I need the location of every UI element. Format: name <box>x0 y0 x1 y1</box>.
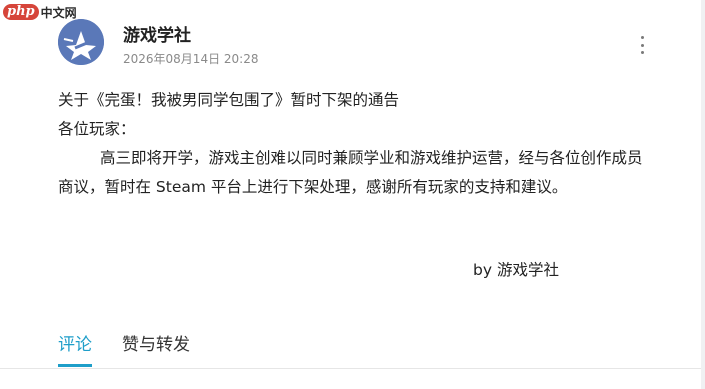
post-title: 关于《完蛋！我被男同学包围了》暂时下架的通告 <box>58 91 400 109</box>
game-club-logo-icon[interactable] <box>58 19 104 65</box>
post-signature: by 游戏学社 <box>473 261 559 279</box>
scrollbar-track[interactable] <box>701 0 705 389</box>
tab-comments[interactable]: 评论 <box>58 330 92 370</box>
watermark-logo: php <box>3 4 39 20</box>
watermark-site-name: 中文网 <box>40 5 77 20</box>
dot <box>640 36 644 39</box>
post-tabs: 评论 赞与转发 <box>58 330 220 370</box>
post-greeting: 各位玩家： <box>58 120 136 138</box>
post-timestamp: 2026年08月14日 20:28 <box>123 52 259 66</box>
post-content: 关于《完蛋！我被男同学包围了》暂时下架的通告 各位玩家： 高三即将开学，游戏主创… <box>58 86 648 202</box>
more-vertical-icon[interactable] <box>634 36 650 54</box>
post-body: 高三即将开学，游戏主创难以同时兼顾学业和游戏维护运营，经与各位创作成员商议，暂时… <box>58 149 643 196</box>
tab-likes-reposts[interactable]: 赞与转发 <box>122 330 190 370</box>
dot <box>640 51 644 54</box>
site-watermark: php 中文网 <box>3 2 77 22</box>
tabs-divider <box>0 368 705 369</box>
author-name[interactable]: 游戏学社 <box>123 21 191 46</box>
post-page: php 中文网 游戏学社 2026年08月14日 20:28 关于《完蛋！我被男… <box>0 0 705 389</box>
dot <box>640 43 644 47</box>
